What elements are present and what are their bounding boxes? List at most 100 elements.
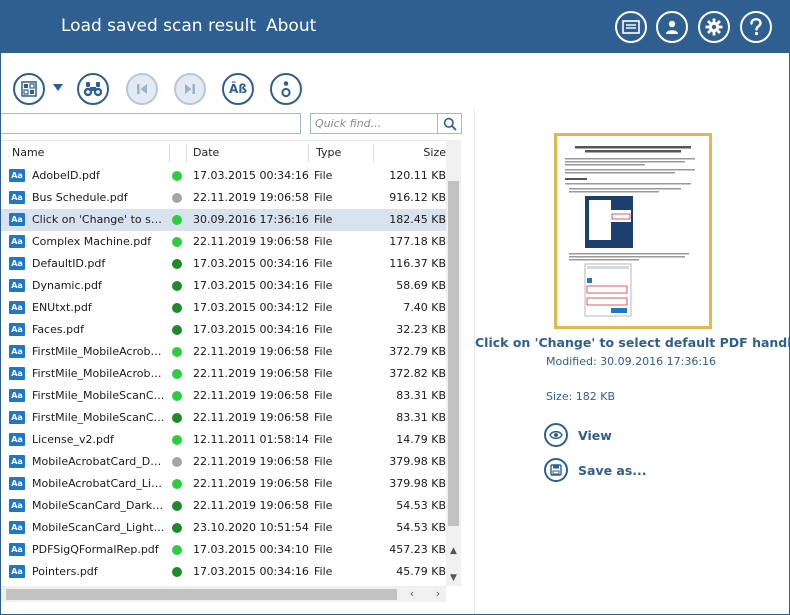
file-name: License_v2.pdf	[32, 433, 114, 446]
next-icon	[185, 84, 195, 94]
column-header-date[interactable]: Date	[193, 141, 303, 165]
column-separator[interactable]	[186, 144, 187, 162]
file-row[interactable]: Aa MobileAcrobatCard_Dark.pdf 22.11.2019 1…	[1, 451, 446, 473]
file-type: File	[314, 389, 333, 402]
file-row[interactable]: Aa FirstMile_MobileScanCard_Dark.pdf 22.11…	[1, 385, 446, 407]
file-row[interactable]: Aa FirstMile_MobileScanCard_Light.pdf 22.1…	[1, 407, 446, 429]
next-button[interactable]	[174, 73, 206, 105]
file-row[interactable]: Aa MobileAcrobatCard_Light.pdf 22.11.2019 …	[1, 473, 446, 495]
file-date: 23.10.2020 10:51:54	[193, 521, 309, 534]
file-type-icon: Aa	[9, 565, 25, 578]
hardware-icon	[622, 20, 640, 34]
file-size: 58.69 KB	[396, 279, 446, 292]
question-icon	[750, 18, 762, 36]
file-row[interactable]: Aa Pointers.pdf 17.03.2015 00:34:16 File 45.…	[1, 561, 446, 583]
file-row[interactable]: Aa FirstMile_MobileAcrobatCard_Dark.pdf 22…	[1, 341, 446, 363]
scroll-left-button[interactable]: ‹	[405, 587, 419, 601]
file-type-icon: Aa	[9, 367, 25, 380]
help-icon-button[interactable]	[740, 11, 772, 43]
file-row[interactable]: Aa Bus Schedule.pdf 22.11.2019 19:06:58 Fil…	[1, 187, 446, 209]
column-header-type[interactable]: Type	[316, 141, 366, 165]
menu-about[interactable]: About	[266, 16, 316, 36]
case-toggle-button[interactable]: Āß	[222, 73, 254, 105]
file-type-icon: Aa	[9, 389, 25, 402]
file-date: 17.03.2015 00:34:16	[193, 323, 309, 336]
previous-button[interactable]	[126, 73, 158, 105]
file-row[interactable]: Aa AdobeID.pdf 17.03.2015 00:34:16 File 120.…	[1, 165, 446, 187]
hardware-icon-button[interactable]	[615, 11, 647, 43]
settings-icon-button[interactable]	[698, 11, 730, 43]
info-button[interactable]	[270, 73, 302, 105]
recovery-status-dot	[172, 479, 182, 489]
scroll-up-button[interactable]: ▲	[448, 546, 459, 557]
quick-find-button[interactable]	[438, 113, 462, 134]
file-row[interactable]: Aa Complex Machine.pdf 22.11.2019 19:06:58…	[1, 231, 446, 253]
file-size: 83.31 KB	[396, 389, 446, 402]
file-type-icon: Aa	[9, 455, 25, 468]
find-button[interactable]	[77, 73, 109, 105]
document-preview-thumbnail[interactable]	[554, 133, 712, 329]
file-type-icon: Aa	[9, 213, 25, 226]
pane-divider[interactable]	[474, 109, 475, 614]
file-size: 372.82 KB	[389, 367, 446, 380]
column-separator[interactable]	[169, 144, 170, 162]
column-separator[interactable]	[373, 144, 374, 162]
filter-input[interactable]	[1, 113, 301, 134]
document-preview-image	[557, 136, 709, 326]
file-name: AdobeID.pdf	[32, 169, 100, 182]
recovery-status-dot	[172, 303, 182, 313]
file-size: 182.45 KB	[389, 213, 446, 226]
view-mode-button[interactable]	[13, 73, 45, 105]
file-row[interactable]: Aa ENUtxt.pdf 17.03.2015 00:34:12 File 7.40 …	[1, 297, 446, 319]
previous-icon	[137, 84, 147, 94]
file-type-icon: Aa	[9, 543, 25, 556]
file-row[interactable]: Aa Click on 'Change' to select default PD…	[1, 209, 446, 231]
recovery-status-dot	[172, 215, 182, 225]
recovery-status-dot	[172, 545, 182, 555]
vertical-scrollbar-thumb[interactable]	[448, 181, 459, 526]
app-window: Load saved scan result About Āß Quick fi…	[0, 0, 790, 615]
file-row[interactable]: Aa DefaultID.pdf 17.03.2015 00:34:16 File 11…	[1, 253, 446, 275]
recovery-status-dot	[172, 369, 182, 379]
file-name: FirstMile_MobileScanCard_Light.pdf	[32, 411, 166, 424]
quick-find-input[interactable]	[310, 113, 438, 134]
recovery-status-dot	[172, 523, 182, 533]
recovery-status-dot	[172, 171, 182, 181]
grid-icon	[21, 81, 37, 97]
file-size: 177.18 KB	[389, 235, 446, 248]
scroll-right-button[interactable]: ›	[431, 587, 445, 601]
file-row[interactable]: Aa Faces.pdf 17.03.2015 00:34:16 File 32.23 …	[1, 319, 446, 341]
horizontal-scrollbar-thumb[interactable]	[6, 589, 397, 600]
menu-load-saved-scan[interactable]: Load saved scan result	[61, 16, 256, 36]
file-row[interactable]: Aa Dynamic.pdf 17.03.2015 00:34:16 File 58.6…	[1, 275, 446, 297]
file-size: 372.79 KB	[389, 345, 446, 358]
file-date: 12.11.2011 01:58:14	[193, 433, 309, 446]
file-row[interactable]: Aa MobileScanCard_Dark.pdf 22.11.2019 19:0…	[1, 495, 446, 517]
file-date: 17.03.2015 00:34:16	[193, 279, 309, 292]
column-header-size[interactable]: Size	[381, 141, 446, 165]
file-size: 379.98 KB	[389, 477, 446, 490]
file-date: 17.03.2015 00:34:10	[193, 543, 309, 556]
file-row[interactable]: Aa MobileScanCard_Light.pdf 23.10.2020 10:…	[1, 517, 446, 539]
file-type-icon: Aa	[9, 345, 25, 358]
file-name: Pointers.pdf	[32, 565, 98, 578]
account-icon-button[interactable]	[656, 11, 688, 43]
recovery-status-dot	[172, 567, 182, 577]
column-header-name[interactable]: Name	[12, 141, 162, 165]
scroll-down-button[interactable]: ▼	[448, 573, 459, 584]
view-mode-dropdown-arrow[interactable]	[53, 84, 63, 91]
column-separator[interactable]	[308, 144, 309, 162]
file-row[interactable]: Aa License_v2.pdf 12.11.2011 01:58:14 File 1…	[1, 429, 446, 451]
file-type: File	[314, 345, 333, 358]
view-button[interactable]: View	[544, 423, 612, 447]
file-row[interactable]: Aa PDFSigQFormalRep.pdf 17.03.2015 00:34:1…	[1, 539, 446, 561]
file-row[interactable]: Aa FirstMile_MobileAcrobatCard_Light.pdf 2…	[1, 363, 446, 385]
file-name: Faces.pdf	[32, 323, 84, 336]
file-name: MobileAcrobatCard_Dark.pdf	[32, 455, 166, 468]
user-icon	[666, 20, 678, 34]
case-icon: Āß	[229, 82, 247, 96]
file-name: DefaultID.pdf	[32, 257, 106, 270]
file-size: 32.23 KB	[396, 323, 446, 336]
save-as-button[interactable]: Save as...	[544, 458, 647, 482]
file-type-icon: Aa	[9, 499, 25, 512]
